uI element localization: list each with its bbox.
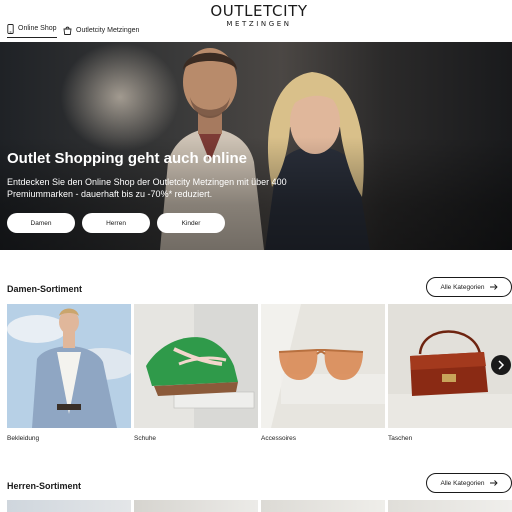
men-category-card-4[interactable] xyxy=(388,500,512,512)
logo-wordmark: OUTLETCITY xyxy=(210,2,308,20)
hero-banner: Outlet Shopping geht auch online Entdeck… xyxy=(0,42,512,250)
logo-subtitle: METZINGEN xyxy=(226,20,292,28)
category-label-accessoires: Accessoires xyxy=(261,435,297,442)
arrow-right-icon xyxy=(489,284,498,290)
tab-outletcity-label: Outletcity Metzingen xyxy=(76,26,140,34)
tab-online-shop-label: Online Shop xyxy=(18,25,57,32)
schuhe-image xyxy=(134,304,258,428)
category-label-schuhe: Schuhe xyxy=(134,435,157,442)
category-label-bekleidung: Bekleidung xyxy=(7,435,40,442)
arrow-right-icon xyxy=(489,480,498,486)
hero-title: Outlet Shopping geht auch online xyxy=(7,150,247,167)
damen-button[interactable]: Damen xyxy=(7,213,75,233)
women-all-categories-label: Alle Kategorien xyxy=(440,283,485,291)
carousel-next-button[interactable] xyxy=(491,355,511,375)
accessoires-image xyxy=(261,304,385,428)
herren-button[interactable]: Herren xyxy=(82,213,150,233)
tab-online-shop[interactable]: Online Shop xyxy=(7,22,57,38)
women-section-title: Damen-Sortiment xyxy=(7,284,83,294)
kinder-button[interactable]: Kinder xyxy=(157,213,225,233)
men-all-categories-label: Alle Kategorien xyxy=(440,479,485,487)
store-bag-icon xyxy=(63,26,72,35)
men-category-card-1[interactable] xyxy=(7,500,131,512)
men-category-card-3[interactable] xyxy=(261,500,385,512)
category-card-schuhe[interactable] xyxy=(134,304,258,428)
category-card-accessoires[interactable] xyxy=(261,304,385,428)
men-section-title: Herren-Sortiment xyxy=(7,481,82,491)
category-card-bekleidung[interactable] xyxy=(7,304,131,428)
women-all-categories-button[interactable]: Alle Kategorien xyxy=(426,277,512,297)
category-label-taschen: Taschen xyxy=(388,435,413,442)
men-all-categories-button[interactable]: Alle Kategorien xyxy=(426,473,512,493)
phone-icon xyxy=(7,23,14,34)
chevron-right-icon xyxy=(498,360,505,370)
bekleidung-image xyxy=(7,304,131,428)
tab-outletcity-metzingen[interactable]: Outletcity Metzingen xyxy=(63,22,139,38)
men-category-card-2[interactable] xyxy=(134,500,258,512)
outletcity-logo[interactable]: OUTLETCITY METZINGEN xyxy=(209,4,309,29)
site-header: Online Shop Outletcity Metzingen OUTLETC… xyxy=(0,0,512,42)
hero-description: Entdecken Sie den Online Shop der Outlet… xyxy=(7,177,287,199)
